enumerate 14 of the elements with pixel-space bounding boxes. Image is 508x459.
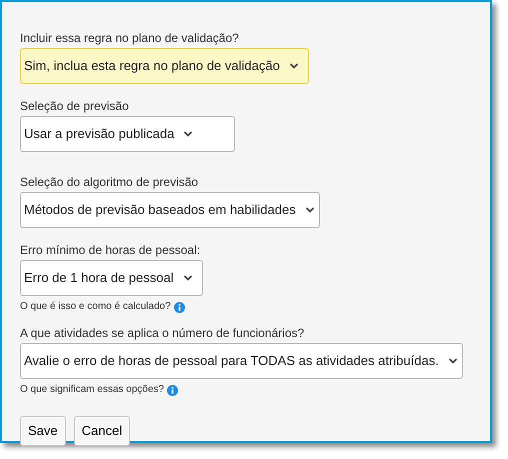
field-label: Seleção de previsão — [20, 98, 130, 114]
dropdown[interactable]: Sim, inclua esta regra no plano de validação — [20, 48, 309, 84]
field-label: Seleção do algoritmo de previsão — [20, 174, 200, 190]
dropdown[interactable]: Métodos de previsão baseados em habilidades — [20, 192, 320, 228]
help-text: O que é isso e como é calculado? — [20, 301, 171, 313]
dropdown[interactable]: Avalie o erro de horas de pessoal para TODAS as atividades atribuídas. — [20, 343, 463, 379]
field-label: A que atividades se aplica o número de funcionários? — [20, 325, 306, 341]
field-label: Erro mínimo de horas de pessoal: — [20, 242, 202, 258]
cancel-button[interactable]: Cancel — [74, 416, 130, 446]
dropdown[interactable]: Usar a previsão publicada — [20, 116, 236, 152]
dropdown[interactable]: Erro de 1 hora de pessoal — [20, 260, 203, 296]
field-label: Incluir essa regra no plano de validação? — [20, 30, 240, 46]
help-text: O que significam essas opções? — [20, 384, 164, 396]
save-button[interactable]: Save — [20, 416, 66, 446]
